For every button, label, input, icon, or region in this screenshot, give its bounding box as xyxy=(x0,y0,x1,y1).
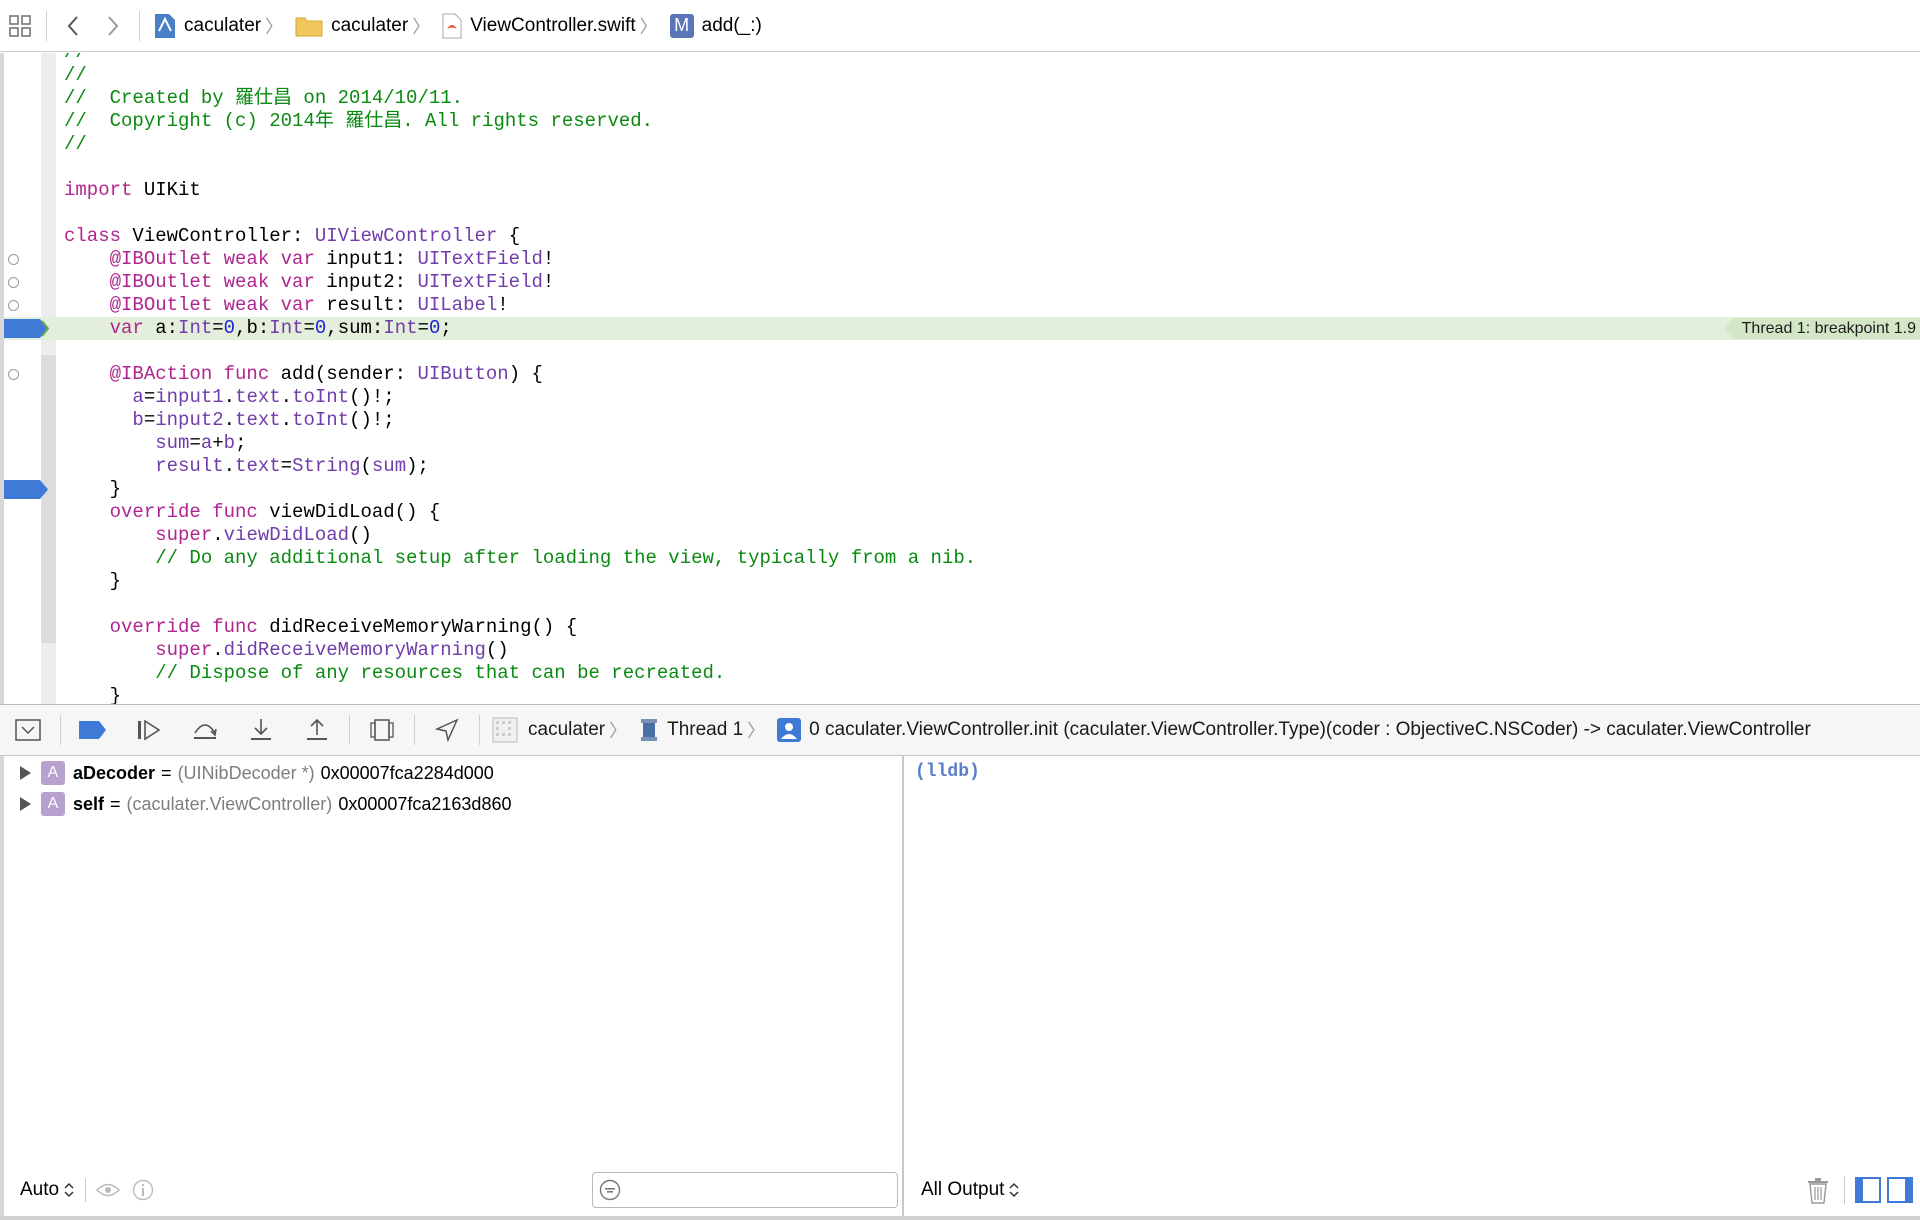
disclosure-triangle-icon[interactable] xyxy=(20,766,31,780)
breadcrumb-method[interactable]: M add(_:) xyxy=(662,0,762,52)
outlet-connection-icon[interactable] xyxy=(8,277,19,288)
chevron-right-icon: 〉 xyxy=(609,721,628,741)
code-line: // Created by 羅仕昌 on 2014/10/11. xyxy=(64,87,464,109)
variables-filter-field[interactable] xyxy=(592,1172,898,1208)
back-arrow-icon[interactable] xyxy=(53,0,93,52)
code-line: @IBOutlet weak var input1: UITextField! xyxy=(4,248,1920,271)
thread-breakpoint-badge: Thread 1: breakpoint 1.9 xyxy=(1723,318,1920,339)
code-line: } xyxy=(64,685,122,704)
code-line: import UIKit xyxy=(4,179,1920,202)
variables-footer: Auto xyxy=(0,1164,903,1216)
code-line: a=input1.text.toInt()!; xyxy=(132,386,395,408)
step-into-icon[interactable] xyxy=(233,705,289,755)
code-text: import UIKit xyxy=(64,179,201,201)
code-line: @IBOutlet weak var result: UILabel! xyxy=(4,294,1920,317)
variables-view[interactable]: A aDecoder = (UINibDecoder *) 0x00007fca… xyxy=(0,756,903,1164)
related-items-icon[interactable] xyxy=(0,0,40,52)
code-line: // xyxy=(64,64,87,86)
chevron-right-icon: 〉 xyxy=(412,16,431,37)
breakpoints-toggle-icon[interactable] xyxy=(65,705,121,755)
code-line: override func didReceiveMemoryWarning() … xyxy=(109,616,578,638)
console-view[interactable]: (lldb) xyxy=(904,756,1920,1164)
code-line: override func viewDidLoad() { xyxy=(109,501,441,523)
process-target-icon xyxy=(492,717,518,743)
variable-name: aDecoder xyxy=(73,762,156,783)
continue-icon[interactable] xyxy=(121,705,177,755)
outlet-connection-icon[interactable] xyxy=(8,254,19,265)
code-line: @IBOutlet weak var input2: UITextField! xyxy=(4,271,1920,294)
show-variables-pane-icon[interactable] xyxy=(1855,1177,1881,1203)
variable-row[interactable]: A aDecoder = (UINibDecoder *) 0x00007fca… xyxy=(4,758,494,788)
eye-icon[interactable] xyxy=(96,1181,121,1199)
window-bottom-edge xyxy=(0,1216,1920,1220)
view-debugger-icon[interactable] xyxy=(354,705,410,755)
breadcrumb-project[interactable]: caculater xyxy=(146,0,261,52)
project-icon xyxy=(154,13,176,39)
code-line: class ViewController: UIViewController { xyxy=(64,225,521,247)
code-line: b=input2.text.toInt()!; xyxy=(132,409,395,431)
disclosure-triangle-icon[interactable] xyxy=(20,797,31,811)
code-line: // xyxy=(64,133,87,155)
code-line: // xyxy=(4,53,1920,64)
process-label[interactable]: caculater xyxy=(528,719,605,741)
variable-type: (UINibDecoder *) xyxy=(177,762,315,783)
code-line: } xyxy=(64,570,122,592)
code-line: // Do any additional setup after loading… xyxy=(64,547,977,569)
thread-icon xyxy=(639,718,659,742)
breadcrumb-file[interactable]: ViewController.swift xyxy=(434,0,636,52)
swift-file-icon xyxy=(442,13,462,39)
filter-icon xyxy=(599,1179,621,1201)
breadcrumb-label: ViewController.swift xyxy=(470,14,636,36)
breadcrumb-label: caculater xyxy=(331,14,409,36)
scope-select[interactable]: Auto xyxy=(20,1179,59,1201)
code-line: super.didReceiveMemoryWarning() xyxy=(155,639,509,661)
code-line: super.viewDidLoad() xyxy=(155,524,372,546)
updown-chevron-icon[interactable] xyxy=(63,1181,75,1199)
chevron-right-icon: 〉 xyxy=(639,16,658,37)
code-line: // Copyright (c) 2014年 羅仕昌. All rights r… xyxy=(64,110,654,132)
source-editor[interactable]: // // // Created by 羅仕昌 on 2014/10/11. /… xyxy=(0,53,1920,704)
console-footer: All Output xyxy=(904,1164,1920,1216)
breadcrumb-folder[interactable]: caculater xyxy=(287,0,408,52)
stack-frame-label[interactable]: 0 caculater.ViewController.init (caculat… xyxy=(809,719,1811,741)
variable-value: 0x00007fca2284d000 xyxy=(320,762,494,783)
output-select[interactable]: All Output xyxy=(921,1179,1004,1201)
trash-icon[interactable] xyxy=(1807,1178,1829,1204)
variable-type: (caculater.ViewController) xyxy=(126,793,333,814)
variable-name: self xyxy=(73,793,105,814)
variable-value: 0x00007fca2163d860 xyxy=(338,793,512,814)
code-line: sum=a+b; xyxy=(155,432,247,454)
user-frame-icon xyxy=(777,718,802,742)
chevron-right-icon: 〉 xyxy=(747,721,766,741)
breakpoint-marker-icon[interactable] xyxy=(4,480,49,499)
step-out-icon[interactable] xyxy=(289,705,345,755)
step-over-icon[interactable] xyxy=(177,705,233,755)
show-console-pane-icon[interactable] xyxy=(1887,1177,1913,1203)
code-line: // Dispose of any resources that can be … xyxy=(64,662,726,684)
folder-icon xyxy=(295,15,323,37)
code-line: } xyxy=(4,478,1920,501)
simulate-location-icon[interactable] xyxy=(419,705,475,755)
chevron-right-icon: 〉 xyxy=(265,16,284,37)
breakpoint-marker-icon[interactable] xyxy=(4,319,49,338)
method-icon: M xyxy=(669,13,694,38)
thread-label[interactable]: Thread 1 xyxy=(667,719,743,741)
info-icon[interactable] xyxy=(132,1179,154,1201)
forward-arrow-icon[interactable] xyxy=(93,0,133,52)
argument-icon: A xyxy=(41,761,65,785)
variable-row[interactable]: A self = (caculater.ViewController) 0x00… xyxy=(4,789,511,819)
jump-bar: caculater 〉 caculater 〉 ViewController.s… xyxy=(0,0,1920,52)
code-line: @IBAction func add(sender: UIButton) { xyxy=(4,363,1920,386)
lldb-prompt: (lldb) xyxy=(915,762,980,782)
debug-bar: caculater 〉 Thread 1 〉 0 caculater.ViewC… xyxy=(0,704,1920,756)
breadcrumb-label: caculater xyxy=(184,14,262,36)
hide-debug-area-icon[interactable] xyxy=(0,705,56,755)
breadcrumb-label: add(_:) xyxy=(701,14,762,36)
code-line: result.text=String(sum); xyxy=(155,455,429,477)
action-connection-icon[interactable] xyxy=(8,369,19,380)
current-execution-line: var a:Int=0,b:Int=0,sum:Int=0; Thread 1:… xyxy=(4,317,1920,340)
updown-chevron-icon[interactable] xyxy=(1008,1181,1020,1199)
argument-icon: A xyxy=(41,792,65,816)
outlet-connection-icon[interactable] xyxy=(8,300,19,311)
